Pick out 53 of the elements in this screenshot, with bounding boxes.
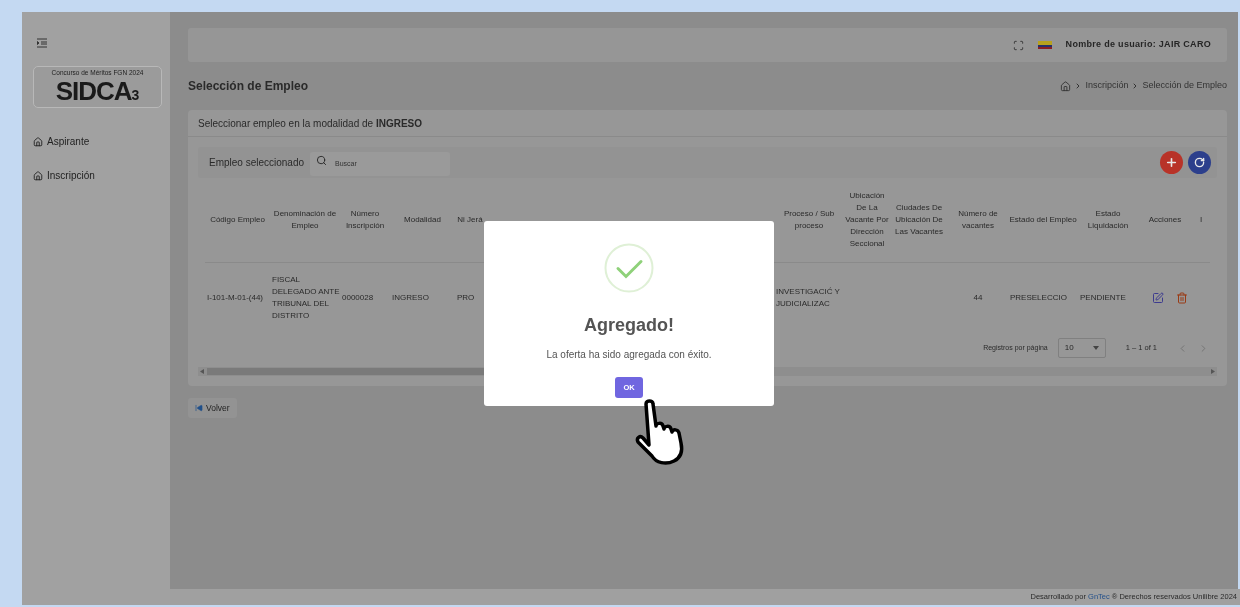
rows-per-page-select[interactable]: 10: [1057, 338, 1106, 358]
column-header: Ubicación De La Vacante Por Dirección Seccional: [844, 190, 890, 250]
table-cell: PRO: [457, 292, 475, 304]
column-header: Número de vacantes: [957, 208, 999, 232]
plus-icon: [1165, 156, 1178, 169]
breadcrumb-item[interactable]: Inscripción: [1085, 79, 1129, 93]
sidebar-toggle-icon[interactable]: [37, 38, 47, 48]
column-header: Acciones: [1148, 214, 1182, 226]
success-check-icon: [604, 243, 654, 293]
sidebar-item[interactable]: Inscripción: [33, 168, 159, 183]
logo-wordmark: SIDCA: [55, 77, 132, 104]
fullscreen-icon[interactable]: [1012, 39, 1024, 51]
table-cell: PRESELECCIO: [1010, 292, 1067, 304]
column-header: Estado Liquidación: [1086, 208, 1130, 232]
column-header: Modalidad: [404, 214, 441, 226]
column-header: Número Inscripción: [344, 208, 386, 232]
edit-icon[interactable]: [1152, 292, 1164, 304]
scroll-right-icon[interactable]: [1211, 369, 1215, 374]
column-header: Denominación de Empleo: [272, 208, 338, 232]
dialog-message: La oferta ha sido agregada con éxito.: [546, 348, 712, 362]
user-name: Nombre de usuario: JAIR CARO: [1065, 38, 1211, 52]
card-heading: Seleccionar empleo en la modalidad de INGRESO: [198, 116, 422, 131]
breadcrumb-item: Selección de Empleo: [1142, 79, 1227, 93]
caret-icon: [1092, 346, 1099, 350]
add-button[interactable]: [1160, 151, 1183, 174]
home-icon: [33, 136, 43, 147]
search-icon: [316, 155, 328, 167]
back-button[interactable]: Volver: [188, 398, 237, 418]
delete-icon[interactable]: [1176, 292, 1188, 304]
toolbar-label: Empleo seleccionado: [209, 156, 305, 170]
table-cell: INGRESO: [392, 292, 429, 304]
dialog-title: Agregado!: [584, 314, 674, 337]
page-title: Selección de Empleo: [188, 78, 309, 95]
logo-suffix: 3: [131, 87, 140, 102]
column-header: Ni Jerá: [457, 214, 483, 226]
scroll-left-icon[interactable]: [200, 369, 204, 374]
table-cell: FISCAL DELEGADO ANTE TRIBUNAL DEL DISTRITO: [272, 274, 340, 322]
column-header: Proceso / Sub proceso: [782, 208, 836, 232]
sidebar-item[interactable]: Aspirante: [33, 134, 159, 149]
home-icon: [33, 170, 43, 181]
home-icon[interactable]: [1060, 80, 1072, 92]
skip-back-icon: [195, 404, 203, 412]
column-header: Código Empleo: [210, 214, 265, 226]
table-cell: PENDIENTE: [1080, 292, 1126, 304]
flag-icon: [1037, 41, 1052, 49]
table-cell: I-101-M-01-(44): [207, 292, 263, 304]
column-header: Ciudades De Ubicación De Las Vacantes: [894, 202, 944, 238]
column-header: Estado del Empleo: [1009, 214, 1077, 226]
refresh-icon: [1194, 157, 1205, 168]
table-cell-text: INVESTIGACIĆ Y JUDICIALIZAC: [776, 286, 841, 310]
table-cell: 44: [973, 292, 983, 304]
table-cell: 0000028: [342, 292, 374, 304]
refresh-button[interactable]: [1188, 151, 1211, 174]
